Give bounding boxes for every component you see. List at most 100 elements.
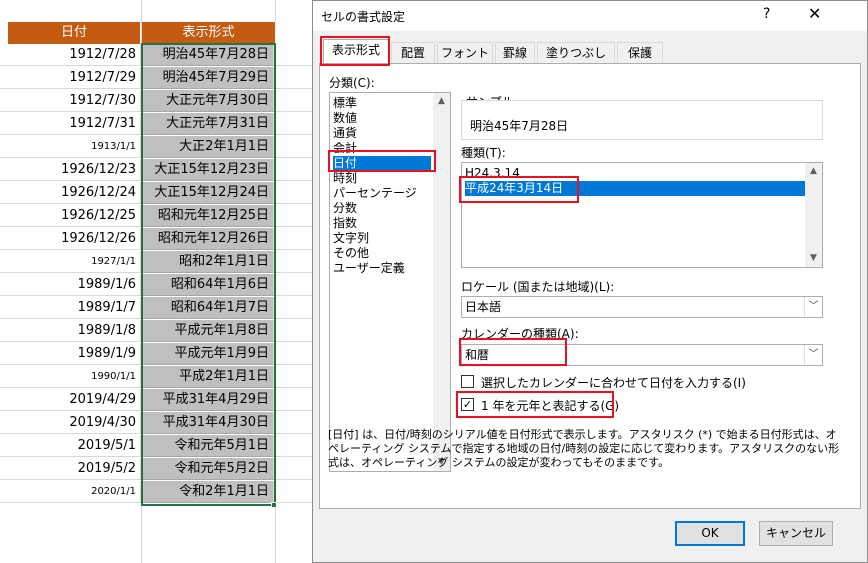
gannen-label[interactable]: 1 年を元年と表記する(G): [481, 397, 619, 414]
help-icon[interactable]: ?: [763, 6, 770, 22]
table-row: 1990/1/1 平成2年1月1日: [0, 366, 320, 388]
format-cell[interactable]: 昭和64年1月6日: [142, 274, 274, 296]
format-cell[interactable]: 令和元年5月2日: [142, 458, 274, 480]
format-cell[interactable]: 平成元年1月9日: [142, 343, 274, 365]
date-cell[interactable]: 1926/12/23: [0, 159, 141, 181]
type-scrollbar[interactable]: ▲ ▼: [805, 163, 822, 267]
type-item-selected[interactable]: 平成24年3月14日: [465, 181, 805, 196]
tab-number[interactable]: 表示形式: [323, 39, 389, 64]
date-cell[interactable]: 1926/12/24: [0, 182, 141, 204]
category-item[interactable]: 指数: [333, 216, 431, 231]
category-item[interactable]: 文字列: [333, 231, 431, 246]
format-cell[interactable]: 大正元年7月30日: [142, 90, 274, 112]
column-header-format: 表示形式: [142, 22, 276, 44]
date-cell[interactable]: 1926/12/26: [0, 228, 141, 250]
scroll-up-icon[interactable]: ▲: [805, 163, 822, 180]
close-icon[interactable]: ✕: [808, 4, 821, 23]
date-cell[interactable]: 2019/5/1: [0, 435, 141, 457]
format-cell[interactable]: 平成31年4月30日: [142, 412, 274, 434]
tab-border[interactable]: 罫線: [495, 42, 535, 63]
category-label: 分類(C):: [329, 76, 375, 90]
scroll-up-icon[interactable]: ▲: [433, 93, 450, 110]
locale-select[interactable]: 日本語 ﹀: [461, 296, 823, 318]
category-list[interactable]: 標準 数値 通貨 会計 日付 時刻 パーセンテージ 分数 指数 文字列 その他 ユーザー定義 ▲ ▼: [329, 92, 451, 472]
enter-date-by-calendar-checkbox[interactable]: [461, 375, 474, 388]
chevron-down-icon[interactable]: ﹀: [804, 297, 822, 317]
category-item[interactable]: 標準: [333, 96, 431, 111]
date-cell[interactable]: 1913/1/1: [0, 136, 141, 158]
date-cell[interactable]: 1912/7/31: [0, 113, 141, 135]
format-cell[interactable]: 令和2年1月1日: [142, 481, 274, 503]
format-cell[interactable]: 大正15年12月23日: [142, 159, 274, 181]
date-cell[interactable]: 1989/1/6: [0, 274, 141, 296]
format-cell[interactable]: 昭和元年12月25日: [142, 205, 274, 227]
format-cell[interactable]: 平成元年1月8日: [142, 320, 274, 342]
category-item[interactable]: ユーザー定義: [333, 261, 431, 276]
calendar-value: 和暦: [465, 348, 490, 362]
dialog-title: セルの書式設定: [321, 10, 406, 24]
category-item-selected[interactable]: 日付: [333, 156, 431, 171]
scroll-down-icon[interactable]: ▼: [805, 250, 822, 267]
category-scrollbar[interactable]: ▲ ▼: [433, 93, 450, 471]
date-cell[interactable]: 1990/1/1: [0, 366, 141, 388]
format-cell[interactable]: 令和元年5月1日: [142, 435, 274, 457]
table-row: 1912/7/30 大正元年7月30日: [0, 90, 320, 112]
calendar-select[interactable]: 和暦 ﹀: [461, 344, 823, 366]
date-cell[interactable]: 2020/1/1: [0, 481, 141, 503]
format-cell[interactable]: 明治45年7月29日: [142, 67, 274, 89]
tab-alignment[interactable]: 配置: [391, 42, 435, 63]
format-cell[interactable]: 昭和元年12月26日: [142, 228, 274, 250]
date-cell[interactable]: 1989/1/8: [0, 320, 141, 342]
date-cell[interactable]: 1912/7/29: [0, 67, 141, 89]
format-cell[interactable]: 大正元年7月31日: [142, 113, 274, 135]
date-cell[interactable]: 2019/4/29: [0, 389, 141, 411]
table-row: 1912/7/31 大正元年7月31日: [0, 113, 320, 135]
chevron-down-icon[interactable]: ﹀: [804, 345, 822, 365]
dialog-titlebar: セルの書式設定 ? ✕: [313, 1, 867, 31]
table-row: 1912/7/28 明治45年7月28日: [0, 44, 320, 66]
tab-font[interactable]: フォント: [437, 42, 493, 63]
table-row: 2019/5/1 令和元年5月1日: [0, 435, 320, 457]
date-cell[interactable]: 1989/1/7: [0, 297, 141, 319]
number-panel: 分類(C): 標準 数値 通貨 会計 日付 時刻 パーセンテージ 分数 指数 文字列 その他 ユーザー…: [319, 63, 861, 509]
fill-handle[interactable]: [271, 502, 277, 508]
category-item[interactable]: 数値: [333, 111, 431, 126]
table-row: 1926/12/23 大正15年12月23日: [0, 159, 320, 181]
tab-fill[interactable]: 塗りつぶし: [537, 42, 615, 63]
date-cell[interactable]: 2019/5/2: [0, 458, 141, 480]
date-cell[interactable]: 1927/1/1: [0, 251, 141, 273]
date-cell[interactable]: 2019/4/30: [0, 412, 141, 434]
format-cell[interactable]: 平成2年1月1日: [142, 366, 274, 388]
table-row: 1989/1/7 昭和64年1月7日: [0, 297, 320, 319]
format-description: [日付] は、日付/時刻のシリアル値を日付形式で表示します。アスタリスク (*)…: [328, 428, 840, 469]
category-item[interactable]: 会計: [333, 141, 431, 156]
cancel-button[interactable]: キャンセル: [759, 521, 833, 546]
type-item[interactable]: H24.3.14: [465, 166, 805, 181]
format-cell[interactable]: 昭和64年1月7日: [142, 297, 274, 319]
format-cell[interactable]: 昭和2年1月1日: [142, 251, 274, 273]
format-cell[interactable]: 平成31年4月29日: [142, 389, 274, 411]
date-cell[interactable]: 1912/7/28: [0, 44, 141, 66]
category-item[interactable]: 分数: [333, 201, 431, 216]
date-cell[interactable]: 1926/12/25: [0, 205, 141, 227]
date-cell[interactable]: 1989/1/9: [0, 343, 141, 365]
enter-date-by-calendar-label[interactable]: 選択したカレンダーに合わせて日付を入力する(I): [481, 374, 746, 391]
format-cells-dialog: セルの書式設定 ? ✕ 表示形式 配置 フォント 罫線 塗りつぶし 保護 分類(…: [312, 0, 868, 563]
date-cell[interactable]: 1912/7/30: [0, 90, 141, 112]
type-label: 種類(T):: [461, 146, 506, 160]
category-item[interactable]: その他: [333, 246, 431, 261]
gannen-checkbox[interactable]: ✓: [461, 398, 474, 411]
tab-protection[interactable]: 保護: [617, 42, 663, 63]
format-cell[interactable]: 大正15年12月24日: [142, 182, 274, 204]
format-cell[interactable]: 明治45年7月28日: [142, 44, 274, 66]
format-cell[interactable]: 大正2年1月1日: [142, 136, 274, 158]
ok-button[interactable]: OK: [675, 521, 745, 546]
type-list[interactable]: H24.3.14 平成24年3月14日 ▲ ▼: [461, 162, 823, 268]
table-row: 1913/1/1 大正2年1月1日: [0, 136, 320, 158]
table-row: 1989/1/9 平成元年1月9日: [0, 343, 320, 365]
category-item[interactable]: 通貨: [333, 126, 431, 141]
spreadsheet: 日付 表示形式 1912/7/28 明治45年7月28日 1912/7/29 明治45…: [0, 0, 320, 563]
category-item[interactable]: 時刻: [333, 171, 431, 186]
sample-value: 明治45年7月28日: [470, 119, 569, 133]
category-item[interactable]: パーセンテージ: [333, 186, 431, 201]
